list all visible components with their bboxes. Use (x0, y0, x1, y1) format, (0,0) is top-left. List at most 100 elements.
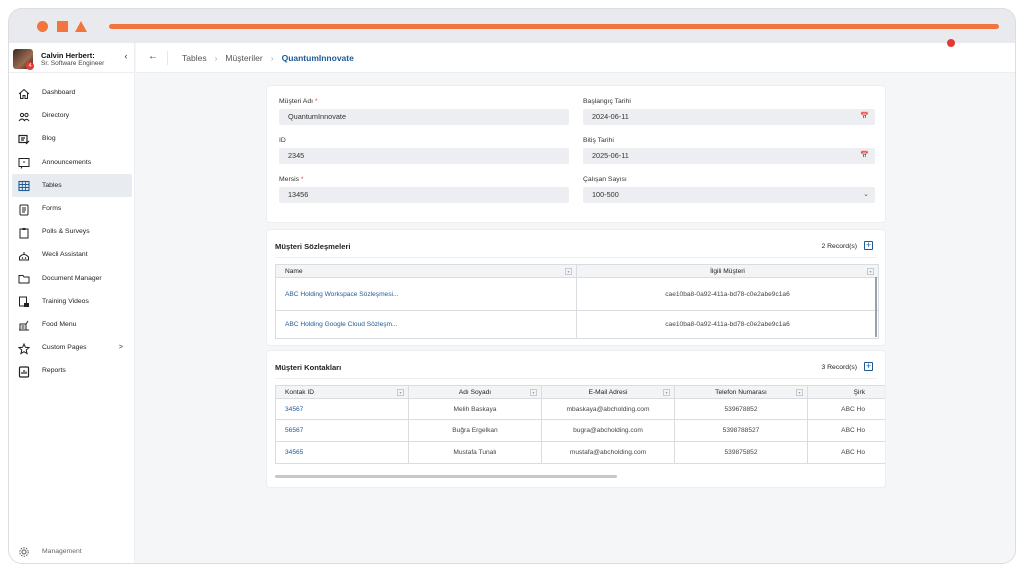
breadcrumb: Tables › Müşteriler › QuantumInnovate (182, 53, 354, 63)
sidebar-item-assistant[interactable]: Wecli Assistant (9, 243, 135, 266)
sidebar: 4 Calvin Herbert: Sr. Software Engineer … (9, 43, 135, 563)
baslangic-tarihi-label: Başlangıç Tarihi (583, 98, 631, 105)
filter-icon[interactable]: ▾ (397, 389, 404, 396)
baslangic-tarihi-value: 2024-06-11 (592, 112, 629, 121)
column-header-sirket[interactable]: Şirk (807, 385, 885, 399)
column-header-telefon[interactable]: Telefon Numarası ▾ (674, 385, 808, 399)
divider (167, 51, 168, 65)
table-row[interactable]: 56567 Buğra Ergelkan bugra@abcholding.co… (275, 419, 885, 442)
table-cell: 539875852 (674, 441, 808, 464)
user-profile[interactable]: 4 Calvin Herbert: Sr. Software Engineer … (9, 43, 135, 73)
divider (275, 378, 877, 379)
divider (275, 257, 877, 258)
contracts-card: Müşteri Sözleşmeleri 2 Record(s) + Name ▾… (266, 229, 886, 346)
sidebar-item-document-manager[interactable]: Document Manager (9, 267, 135, 290)
browser-frame: 4 Calvin Herbert: Sr. Software Engineer … (8, 8, 1016, 564)
video-icon (18, 295, 30, 308)
contact-id-link[interactable]: 56567 (275, 419, 409, 442)
table-cell: mbaskaya@abcholding.com (541, 398, 675, 420)
sidebar-item-label: Food Menu (42, 320, 77, 328)
contract-name-link[interactable]: ABC Holding Workspace Sözleşmesi... (275, 277, 577, 311)
horizontal-scrollbar[interactable] (275, 475, 617, 478)
table-row[interactable]: 34565 Mustafa Tunalı mustafa@abcholding.… (275, 441, 885, 464)
form-icon (18, 203, 30, 216)
add-contact-button[interactable]: + (864, 362, 873, 371)
table-cell: mustafa@abcholding.com (541, 441, 675, 464)
square-icon (57, 21, 68, 32)
contracts-title: Müşteri Sözleşmeleri (275, 242, 351, 251)
column-header-kontak-id[interactable]: Kontak ID ▾ (275, 385, 409, 399)
breadcrumb-item-musteriler[interactable]: Müşteriler (225, 53, 262, 63)
table-row[interactable]: ABC Holding Workspace Sözleşmesi... cae1… (275, 277, 879, 311)
sidebar-item-tables[interactable]: Tables (12, 173, 132, 197)
circle-icon (37, 21, 48, 32)
sidebar-item-food-menu[interactable]: Food Menu (9, 313, 135, 336)
calisan-sayisi-value: 100-500 (592, 190, 619, 199)
column-header-email[interactable]: E-Mail Adresi ▾ (541, 385, 675, 399)
sidebar-item-directory[interactable]: Directory (9, 104, 135, 127)
sidebar-item-dashboard[interactable]: Dashboard (9, 81, 135, 104)
sidebar-item-label: Management (42, 547, 82, 555)
address-bar[interactable] (109, 24, 999, 29)
filter-icon[interactable]: ▾ (796, 389, 803, 396)
sidebar-item-label: Polls & Surveys (42, 228, 90, 236)
table-cell: ABC Ho (807, 419, 885, 442)
notification-badge: 4 (26, 62, 34, 70)
column-header-adi-soyadi[interactable]: Adı Soyadı ▾ (408, 385, 542, 399)
bitis-tarihi-field[interactable]: 2025-06-11 📅 (583, 148, 875, 164)
table-cell: ABC Ho (807, 441, 885, 464)
contacts-table: Kontak ID ▾ Adı Soyadı ▾ E-Mail Adresi ▾ Te… (275, 385, 885, 464)
avatar[interactable]: 4 (13, 49, 34, 70)
table-row[interactable]: 34567 Melih Baskaya mbaskaya@abcholding.… (275, 398, 885, 420)
bot-icon (18, 249, 30, 261)
table-row[interactable]: ABC Holding Google Cloud Sözleşm... cae1… (275, 310, 879, 339)
clipboard-icon (18, 226, 30, 239)
filter-icon[interactable]: ▾ (867, 268, 874, 275)
chevron-right-icon: › (270, 53, 274, 63)
back-arrow-icon[interactable]: ← (148, 51, 158, 62)
add-contract-button[interactable]: + (864, 241, 873, 250)
breadcrumb-item-tables[interactable]: Tables (182, 53, 207, 63)
chevron-right-icon[interactable]: > (119, 344, 123, 351)
baslangic-tarihi-field[interactable]: 2024-06-11 📅 (583, 109, 875, 125)
star-icon (17, 342, 31, 355)
folder-icon (18, 272, 30, 284)
sidebar-item-custom-pages[interactable]: Custom Pages > (9, 336, 135, 359)
sidebar-item-label: Blog (42, 135, 56, 143)
sidebar-item-polls[interactable]: Polls & Surveys (9, 220, 135, 243)
table-cell: Mustafa Tunalı (408, 441, 542, 464)
sidebar-item-reports[interactable]: Reports (9, 359, 135, 382)
sidebar-item-announcements[interactable]: Announcements (9, 151, 135, 174)
user-name: Calvin Herbert: (41, 51, 95, 60)
calisan-sayisi-select[interactable]: 100-500 ⌄ (583, 187, 875, 203)
top-bar: ← Tables › Müşteriler › QuantumInnovate (136, 43, 1015, 73)
id-field[interactable]: 2345 (279, 148, 569, 164)
musteri-adi-label: Müşteri Adı * (279, 98, 318, 105)
sidebar-item-forms[interactable]: Forms (9, 197, 135, 220)
people-icon (18, 110, 30, 122)
sidebar-item-training-videos[interactable]: Training Videos (9, 290, 135, 313)
sidebar-item-label: Dashboard (42, 89, 76, 97)
table-cell: Buğra Ergelkan (408, 419, 542, 442)
musteri-adi-field[interactable]: QuantumInnovate (279, 109, 569, 125)
contacts-title: Müşteri Kontakları (275, 363, 342, 372)
vertical-scrollbar[interactable] (875, 277, 877, 337)
sidebar-nav: Dashboard Directory Blog Announcements T… (9, 81, 135, 382)
filter-icon[interactable]: ▾ (565, 268, 572, 275)
sidebar-item-management[interactable]: Management (18, 545, 82, 557)
table-cell: bugra@abcholding.com (541, 419, 675, 442)
blog-icon (18, 133, 30, 145)
contact-id-link[interactable]: 34565 (275, 441, 409, 464)
contract-name-link[interactable]: ABC Holding Google Cloud Sözleşm... (275, 310, 577, 339)
notification-dot[interactable] (947, 39, 955, 47)
calendar-icon[interactable]: 📅 (860, 109, 869, 125)
contact-id-link[interactable]: 34567 (275, 398, 409, 420)
filter-icon[interactable]: ▾ (663, 389, 670, 396)
calendar-icon[interactable]: 📅 (860, 148, 869, 164)
sidebar-item-blog[interactable]: Blog (9, 127, 135, 150)
mersis-field[interactable]: 13456 (279, 187, 569, 203)
column-header-ilgili-musteri[interactable]: İlgili Müşteri ▾ (576, 264, 879, 278)
collapse-sidebar-icon[interactable]: ‹ (119, 49, 133, 63)
column-header-name[interactable]: Name ▾ (275, 264, 577, 278)
filter-icon[interactable]: ▾ (530, 389, 537, 396)
